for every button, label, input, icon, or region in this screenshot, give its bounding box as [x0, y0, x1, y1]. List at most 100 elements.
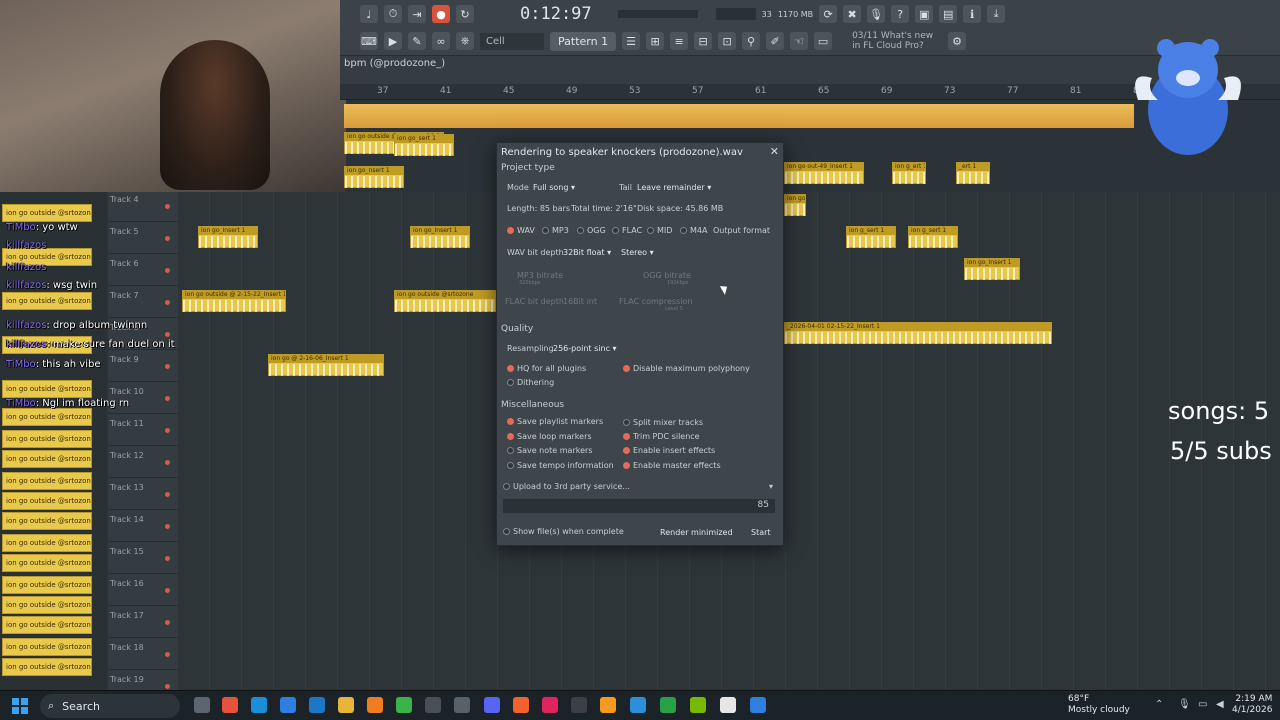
- track-header[interactable]: Track 15: [108, 544, 178, 574]
- track-header[interactable]: Track 16: [108, 576, 178, 606]
- channels-dropdown[interactable]: Stereo ▾: [621, 248, 654, 257]
- mixer-icon[interactable]: ▤: [939, 5, 958, 23]
- brave-icon[interactable]: [513, 697, 529, 713]
- audio-clip[interactable]: _2026-04-01 02-15-22_Insert 1: [784, 322, 1052, 344]
- record-icon[interactable]: ●: [432, 5, 450, 23]
- volume-icon[interactable]: ◀: [1216, 699, 1224, 710]
- pattern-item[interactable]: ion go outside @srtozon: [2, 292, 92, 310]
- pattern-item[interactable]: ion go outside @srtozon: [2, 576, 92, 594]
- trim-pdc-toggle[interactable]: Trim PDC silence: [623, 432, 700, 441]
- nvidia-icon[interactable]: [690, 697, 706, 713]
- audio-clip[interactable]: ion go_Insert 1: [410, 226, 470, 248]
- track-active-dot[interactable]: [165, 236, 170, 241]
- resampling-dropdown[interactable]: 256-point sinc ▾: [553, 344, 617, 353]
- track-header[interactable]: Track 7: [108, 288, 178, 318]
- audio-clip[interactable]: ion go_sert 1: [394, 134, 454, 156]
- hq-plugins-toggle[interactable]: HQ for all plugins: [507, 364, 586, 373]
- photos-icon[interactable]: [630, 697, 646, 713]
- brush-icon[interactable]: ✐: [766, 32, 785, 50]
- download-icon[interactable]: ⤓: [987, 5, 1006, 23]
- audio-clip[interactable]: ion go outside @ 2-15-22_Insert 1: [182, 290, 286, 312]
- audio-clip[interactable]: ion g_ert 1: [892, 162, 926, 184]
- master-volume-slider[interactable]: [617, 10, 698, 18]
- store-icon[interactable]: [309, 697, 325, 713]
- pattern-item[interactable]: ion go outside @srtozon: [2, 596, 92, 614]
- pattern-item[interactable]: ion go outside @srtozon: [2, 658, 92, 676]
- audio-clip[interactable]: ion go out-49_Insert 1: [784, 162, 864, 184]
- track-active-dot[interactable]: [165, 556, 170, 561]
- format-m4a[interactable]: M4A: [680, 226, 707, 235]
- track-active-dot[interactable]: [165, 300, 170, 305]
- edge-icon[interactable]: [251, 697, 267, 713]
- track-header[interactable]: Track 5: [108, 224, 178, 254]
- wait-input-icon[interactable]: ⇥: [408, 5, 426, 23]
- snap-selector[interactable]: Cell: [480, 32, 544, 50]
- network-icon[interactable]: ▭: [1198, 699, 1207, 710]
- audio-clip[interactable]: _ert 1: [956, 162, 990, 184]
- start-button[interactable]: Start: [751, 528, 771, 537]
- track-active-dot[interactable]: [165, 268, 170, 273]
- playlist-icon[interactable]: ☰: [622, 32, 641, 50]
- format-wav[interactable]: WAV: [507, 226, 535, 235]
- show-files-toggle[interactable]: Show file(s) when complete: [503, 527, 624, 536]
- browser-icon[interactable]: ⊟: [694, 32, 713, 50]
- channel-rack-icon[interactable]: ⊞: [646, 32, 665, 50]
- settings-icon[interactable]: ⚙: [948, 32, 967, 50]
- dithering-toggle[interactable]: Dithering: [507, 378, 554, 387]
- track-active-dot[interactable]: [165, 364, 170, 369]
- spreadsheet-icon[interactable]: [660, 697, 676, 713]
- save-tempo-toggle[interactable]: Save tempo information: [507, 461, 614, 470]
- plugin-icon[interactable]: ⊡: [718, 32, 737, 50]
- audio-clip[interactable]: ion go outside @srtozone: [394, 290, 496, 312]
- track-active-dot[interactable]: [165, 396, 170, 401]
- track-active-dot[interactable]: [165, 652, 170, 657]
- ableton-icon[interactable]: [425, 697, 441, 713]
- vlc-icon[interactable]: [367, 697, 383, 713]
- pattern-item[interactable]: ion go outside @srtozon: [2, 616, 92, 634]
- format-mid[interactable]: MID: [647, 226, 672, 235]
- audio-clip[interactable]: ion g_sert 1: [846, 226, 896, 248]
- close-icon[interactable]: ✕: [770, 145, 779, 158]
- audio-clip[interactable]: ion go_Insert 1: [964, 258, 1020, 280]
- chevron-down-icon[interactable]: ▾: [769, 482, 773, 491]
- track-active-dot[interactable]: [165, 332, 170, 337]
- piano-roll-icon[interactable]: ⌨: [360, 32, 378, 50]
- track-header[interactable]: Track 13: [108, 480, 178, 510]
- save-playlist-markers-toggle[interactable]: Save playlist markers: [507, 417, 603, 426]
- help-icon[interactable]: ?: [891, 5, 910, 23]
- track-active-dot[interactable]: [165, 492, 170, 497]
- playlist-title[interactable]: bpm (@prodozone_): [344, 58, 445, 69]
- render-minimized-button[interactable]: Render minimized: [660, 528, 733, 537]
- stamp-icon[interactable]: ⎈: [456, 32, 474, 50]
- touch-icon[interactable]: ☜: [790, 32, 809, 50]
- pattern-item[interactable]: ion go outside @srtozon: [2, 204, 92, 222]
- format-flac[interactable]: FLAC: [612, 226, 642, 235]
- format-mp3[interactable]: MP3: [542, 226, 569, 235]
- upload-service-toggle[interactable]: Upload to 3rd party service...: [503, 482, 630, 491]
- track-active-dot[interactable]: [165, 460, 170, 465]
- pattern-item[interactable]: ion go outside @srtozon: [2, 408, 92, 426]
- xbox-icon[interactable]: [396, 697, 412, 713]
- chevron-up-icon[interactable]: ⌃: [1155, 699, 1163, 710]
- save-icon[interactable]: ▣: [915, 5, 934, 23]
- weather-widget[interactable]: 68°F Mostly cloudy: [1050, 694, 1130, 716]
- track-active-dot[interactable]: [165, 204, 170, 209]
- info-icon[interactable]: ℹ: [963, 5, 982, 23]
- windows-start-icon[interactable]: [12, 698, 28, 714]
- wav-bit-depth-dropdown[interactable]: 32Bit float ▾: [563, 248, 611, 257]
- track-active-dot[interactable]: [165, 428, 170, 433]
- play-arrow-icon[interactable]: ▶: [384, 32, 402, 50]
- audio-clip[interactable]: ion go_ert 1: [784, 194, 806, 216]
- taskbar-search[interactable]: ⌕ Search: [40, 694, 180, 718]
- track-header[interactable]: Track 12: [108, 448, 178, 478]
- enable-insert-toggle[interactable]: Enable insert effects: [623, 446, 715, 455]
- track-header[interactable]: Track 9: [108, 352, 178, 382]
- audio-clip[interactable]: ion go @ 2-16-06_Insert 1: [268, 354, 384, 376]
- screen-icon[interactable]: ▭: [814, 32, 833, 50]
- track-header[interactable]: Track 17: [108, 608, 178, 638]
- tempo-icon[interactable]: ♩: [360, 5, 378, 23]
- track-header[interactable]: Track 11: [108, 416, 178, 446]
- system-clock[interactable]: 2:19 AM 4/1/2026: [1232, 694, 1272, 716]
- pattern-selector[interactable]: Pattern 1: [550, 31, 617, 51]
- tiktok-icon[interactable]: [542, 697, 558, 713]
